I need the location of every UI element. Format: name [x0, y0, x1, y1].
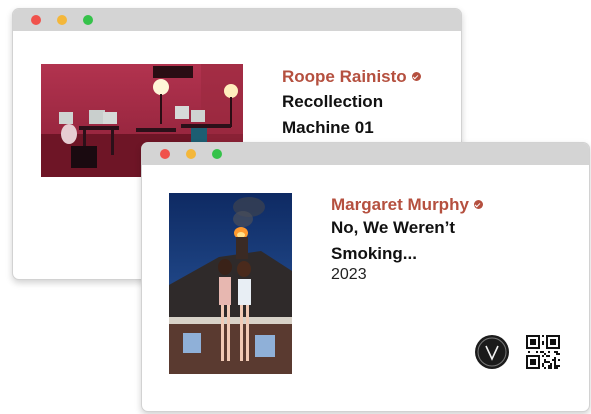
- artwork-year: 2023: [331, 266, 367, 283]
- artwork-window-front: Margaret Murphy No, We Weren’t Smoking..…: [141, 142, 590, 412]
- verified-check-icon: [473, 200, 483, 209]
- zoom-button[interactable]: [83, 15, 93, 25]
- close-button[interactable]: [31, 15, 41, 25]
- verified-check-icon: [411, 72, 421, 81]
- window-titlebar[interactable]: [13, 9, 461, 31]
- close-button[interactable]: [160, 149, 170, 159]
- artwork-title: No, We Weren’t Smoking...: [331, 215, 455, 267]
- artwork-title-line2: Smoking...: [331, 244, 417, 263]
- v-logo-icon[interactable]: [475, 335, 509, 369]
- qr-code-icon[interactable]: [526, 335, 560, 369]
- minimize-button[interactable]: [186, 149, 196, 159]
- artwork-title-line1: No, We Weren’t: [331, 218, 456, 237]
- artwork-title-line1: Recollection: [282, 92, 384, 111]
- artwork-title-line2: Machine 01: [282, 118, 374, 137]
- artist-name[interactable]: Margaret Murphy: [331, 195, 483, 215]
- artwork-title: Recollection Machine 01: [282, 89, 383, 141]
- minimize-button[interactable]: [57, 15, 67, 25]
- artist-name[interactable]: Roope Rainisto: [282, 67, 421, 87]
- zoom-button[interactable]: [212, 149, 222, 159]
- artwork-image: [169, 193, 292, 374]
- window-titlebar[interactable]: [142, 143, 589, 165]
